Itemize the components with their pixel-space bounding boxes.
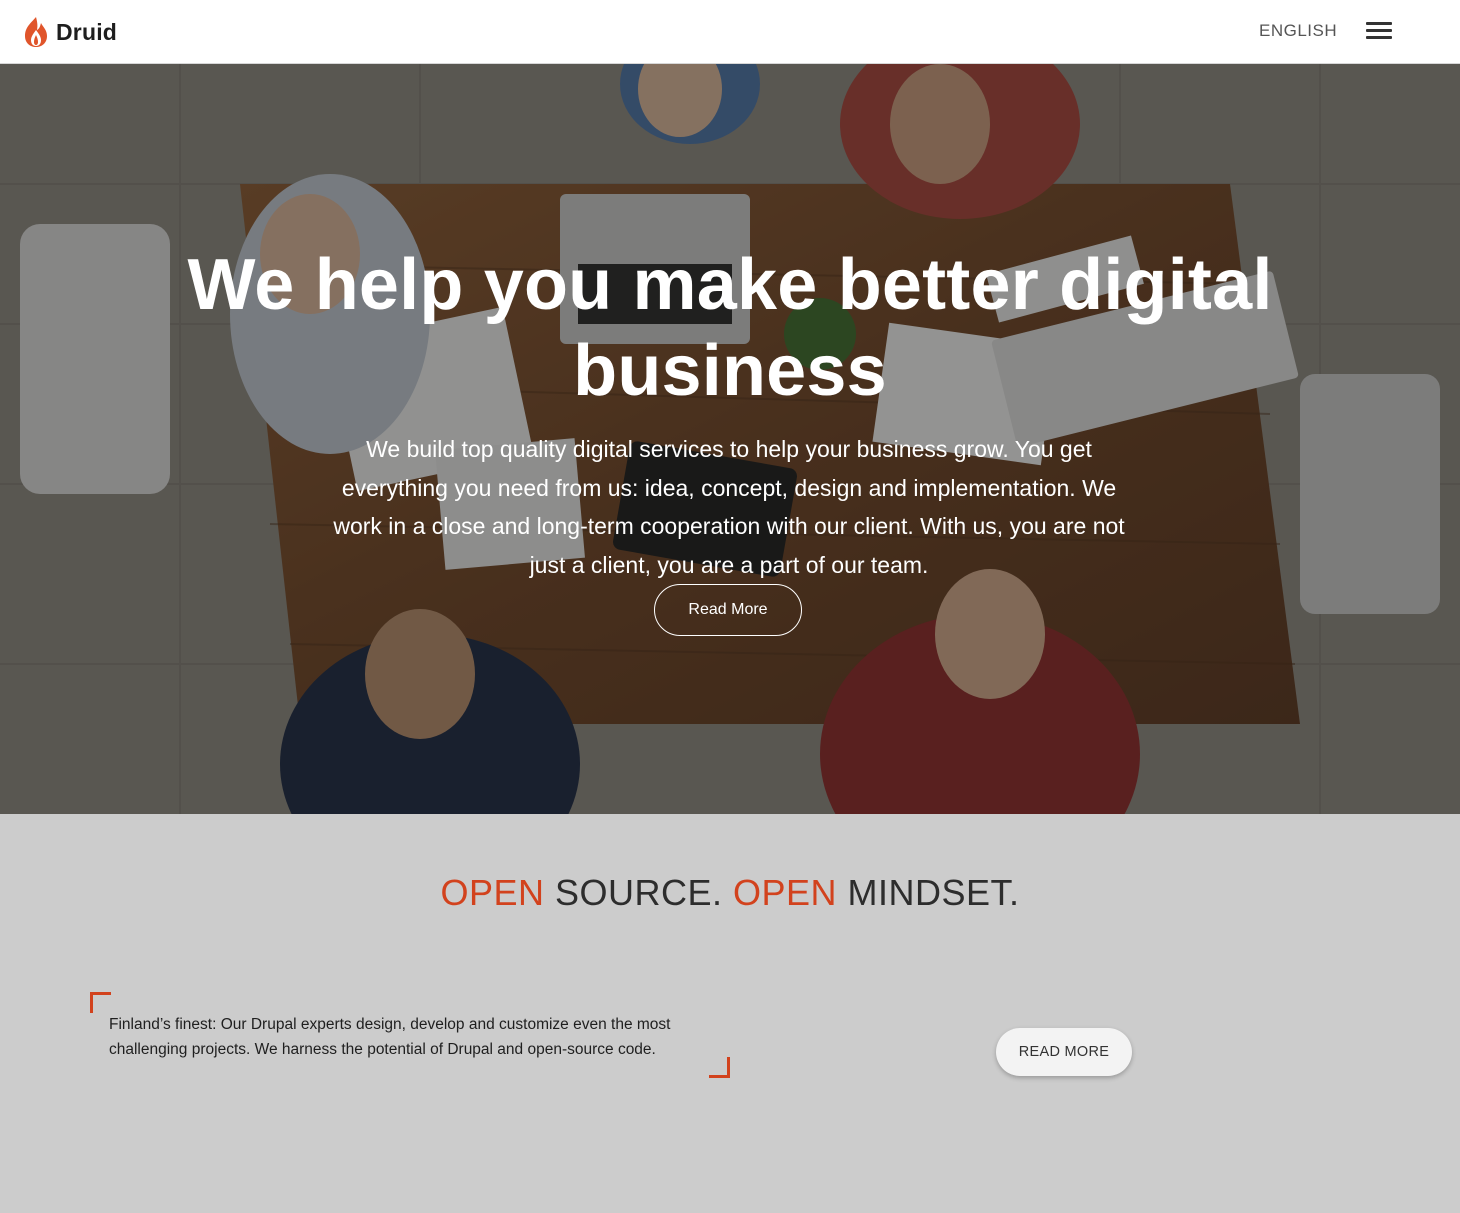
- tagline-mindset: MINDSET.: [837, 872, 1020, 913]
- quote-text: Finland’s finest: Our Drupal experts des…: [109, 1016, 671, 1058]
- quote-box: Finland’s finest: Our Drupal experts des…: [90, 992, 730, 1078]
- language-selector[interactable]: ENGLISH: [1259, 21, 1337, 41]
- druid-logo[interactable]: Druid: [22, 16, 117, 48]
- open-source-section: OPEN SOURCE. OPEN MINDSET. Finland’s fin…: [0, 814, 1460, 1213]
- section-tagline: OPEN SOURCE. OPEN MINDSET.: [0, 872, 1460, 914]
- tagline-source: SOURCE.: [544, 872, 733, 913]
- quote-corner-top-left: [90, 992, 111, 1013]
- logo-text: Druid: [56, 18, 118, 45]
- flame-logo-icon: [25, 17, 47, 47]
- hero-title: We help you make better digital business: [187, 245, 1273, 411]
- hero-read-more-button[interactable]: Read More: [654, 584, 802, 636]
- hamburger-menu-icon[interactable]: [1366, 22, 1392, 42]
- section-read-more-button[interactable]: READ MORE: [996, 1028, 1132, 1076]
- tagline-open-1: OPEN: [440, 872, 545, 913]
- site-header: Druid ENGLISH: [0, 0, 1460, 64]
- hero-section: We help you make better digital business…: [0, 64, 1460, 814]
- tagline-open-2: OPEN: [733, 872, 838, 913]
- hero-description: We build top quality digital services to…: [333, 436, 1125, 578]
- quote-corner-bottom-right: [709, 1057, 730, 1078]
